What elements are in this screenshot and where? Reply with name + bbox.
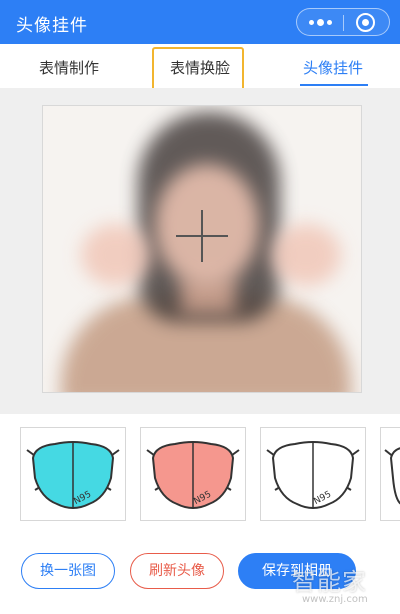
refresh-avatar-button[interactable]: 刷新头像 bbox=[130, 553, 224, 589]
active-tab-indicator bbox=[300, 84, 368, 86]
crosshair-icon-vertical bbox=[201, 210, 203, 262]
mask-option-partial[interactable] bbox=[380, 427, 400, 521]
mask-option-white[interactable]: N95 bbox=[260, 427, 366, 521]
mask-cyan-icon: N95 bbox=[26, 441, 120, 509]
capsule-divider bbox=[343, 15, 344, 31]
change-image-button[interactable]: 换一张图 bbox=[21, 553, 115, 589]
photo-left-hand bbox=[81, 224, 151, 286]
avatar-photo[interactable] bbox=[42, 105, 362, 393]
mask-white-icon: N95 bbox=[266, 441, 360, 509]
title-bar: 头像挂件 bbox=[0, 0, 400, 44]
watermark-url: www.znj.com bbox=[302, 594, 368, 605]
photo-face bbox=[155, 164, 259, 286]
mask-option-pink[interactable]: N95 bbox=[140, 427, 246, 521]
mask-pink-icon: N95 bbox=[146, 441, 240, 509]
mask-option-cyan[interactable]: N95 bbox=[20, 427, 126, 521]
tab-bar: 表情制作 表情换脸 头像挂件 bbox=[0, 44, 400, 88]
tab-face-swap[interactable]: 表情换脸 bbox=[170, 57, 230, 78]
tab-emoji-make[interactable]: 表情制作 bbox=[39, 57, 99, 78]
miniprogram-capsule bbox=[296, 8, 390, 36]
photo-right-hand bbox=[271, 224, 341, 286]
tab-avatar-pendant[interactable]: 头像挂件 bbox=[303, 57, 363, 78]
save-to-album-button[interactable]: 保存到相册 bbox=[238, 553, 356, 589]
close-icon[interactable] bbox=[356, 13, 375, 32]
more-icon[interactable] bbox=[309, 18, 333, 28]
mask-partial-icon bbox=[384, 447, 400, 505]
page-title: 头像挂件 bbox=[16, 16, 88, 36]
